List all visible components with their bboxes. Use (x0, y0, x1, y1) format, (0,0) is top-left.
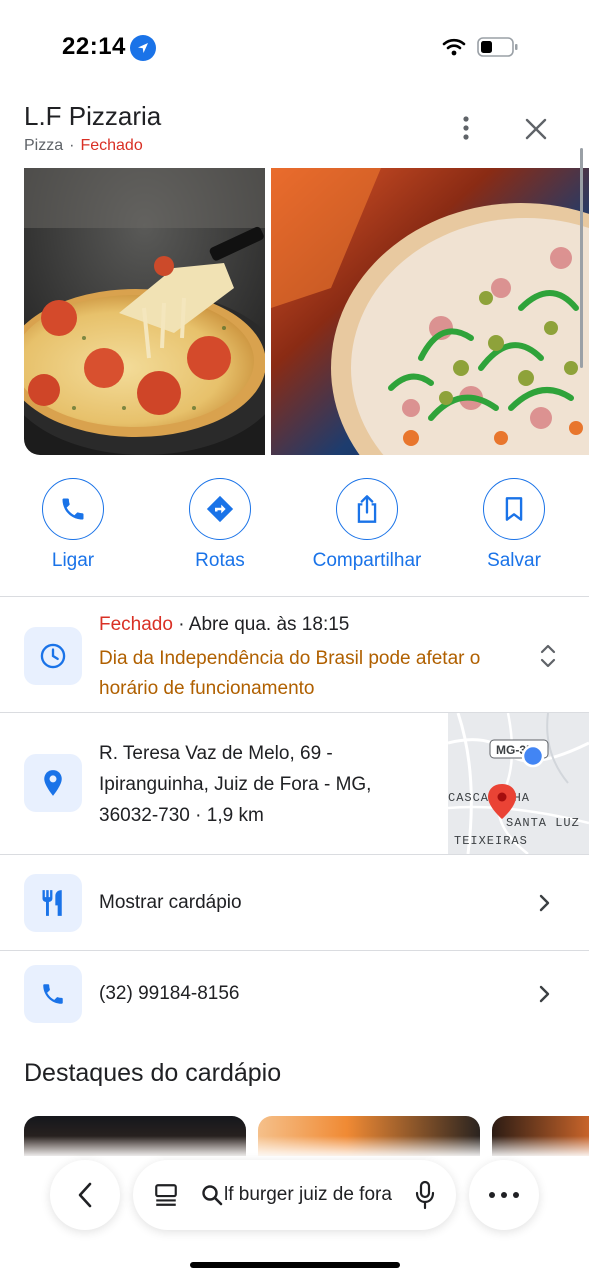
scroll-indicator[interactable] (580, 148, 583, 368)
share-button[interactable]: Compartilhar (297, 478, 437, 572)
directions-icon (206, 495, 234, 523)
list-view-icon[interactable] (153, 1182, 179, 1208)
divider (0, 950, 589, 951)
close-icon (525, 118, 547, 140)
map-thumbnail[interactable]: MG-353 CASCATINHA SANTA LUZ TEIXEIRAS (448, 713, 589, 854)
more-horiz-icon (489, 1192, 519, 1198)
share-label: Compartilhar (312, 550, 422, 571)
clock-icon (40, 643, 66, 669)
divider (0, 596, 589, 597)
status-bar: 22:14 (0, 0, 589, 95)
directions-label: Rotas (195, 550, 245, 571)
phone-icon (62, 498, 84, 520)
back-button[interactable] (50, 1160, 120, 1230)
divider (0, 854, 589, 855)
close-button[interactable] (518, 112, 554, 146)
phone-icon (43, 984, 63, 1004)
map-label-santa-luz: SANTA LUZ (506, 816, 580, 830)
more-button[interactable] (469, 1160, 539, 1230)
home-indicator[interactable] (190, 1262, 400, 1268)
directions-button[interactable]: Rotas (150, 478, 290, 572)
hours-opens-text: · Abre qua. às 18:15 (172, 614, 350, 635)
menu-highlights-title: Destaques do cardápio (24, 1059, 282, 1087)
search-icon (202, 1185, 223, 1206)
back-chevron-icon (78, 1182, 92, 1208)
wifi-icon (442, 38, 466, 56)
hours-closed-label: Fechado (99, 614, 173, 635)
call-button[interactable]: Ligar (3, 478, 143, 572)
open-status: Fechado (80, 137, 143, 154)
phone-icon-box (24, 965, 82, 1023)
location-arrow-icon (130, 35, 156, 61)
photo-pizza-whole[interactable] (271, 168, 589, 455)
expand-icon[interactable] (538, 642, 558, 670)
more-options-button[interactable] (452, 112, 480, 144)
hours-icon-box (24, 627, 82, 685)
address-icon-box (24, 754, 82, 812)
place-category: Pizza (24, 137, 64, 154)
status-time: 22:14 (62, 33, 126, 60)
menu-icon-box (24, 874, 82, 932)
place-title: L.F Pizzaria (24, 101, 162, 131)
hours-status[interactable]: Fechado · Abre qua. às 18:15 (99, 614, 349, 636)
holiday-warning: Dia da Independência do Brasil pode afet… (99, 648, 481, 699)
search-query: lf burger juiz de fora (224, 1184, 392, 1205)
save-label: Salvar (487, 550, 541, 571)
microphone-icon[interactable] (414, 1180, 436, 1210)
save-button[interactable]: Salvar (444, 478, 584, 572)
location-pin-icon (44, 770, 62, 796)
photo-pizza-slice[interactable] (24, 168, 265, 455)
call-label: Ligar (51, 550, 95, 571)
battery-icon (477, 37, 518, 57)
show-menu-row[interactable]: Mostrar cardápio (99, 892, 242, 914)
more-vert-icon (463, 116, 469, 140)
separator-dot: · (69, 137, 75, 154)
chevron-right-icon (539, 894, 550, 912)
search-bar[interactable]: lf burger juiz de fora (133, 1160, 456, 1230)
share-icon (357, 495, 377, 523)
restaurant-icon (42, 890, 62, 916)
chevron-right-icon (539, 985, 550, 1003)
place-subtitle: Pizza · Fechado (24, 137, 143, 155)
distance-text: · 1,9 km (189, 805, 264, 826)
phone-number-row[interactable]: (32) 99184-8156 (99, 983, 240, 1005)
address-text[interactable]: R. Teresa Vaz de Melo, 69 - Ipiranguinha… (99, 738, 429, 831)
map-label-teixeiras: TEIXEIRAS (454, 834, 528, 848)
bookmark-icon (505, 497, 523, 521)
